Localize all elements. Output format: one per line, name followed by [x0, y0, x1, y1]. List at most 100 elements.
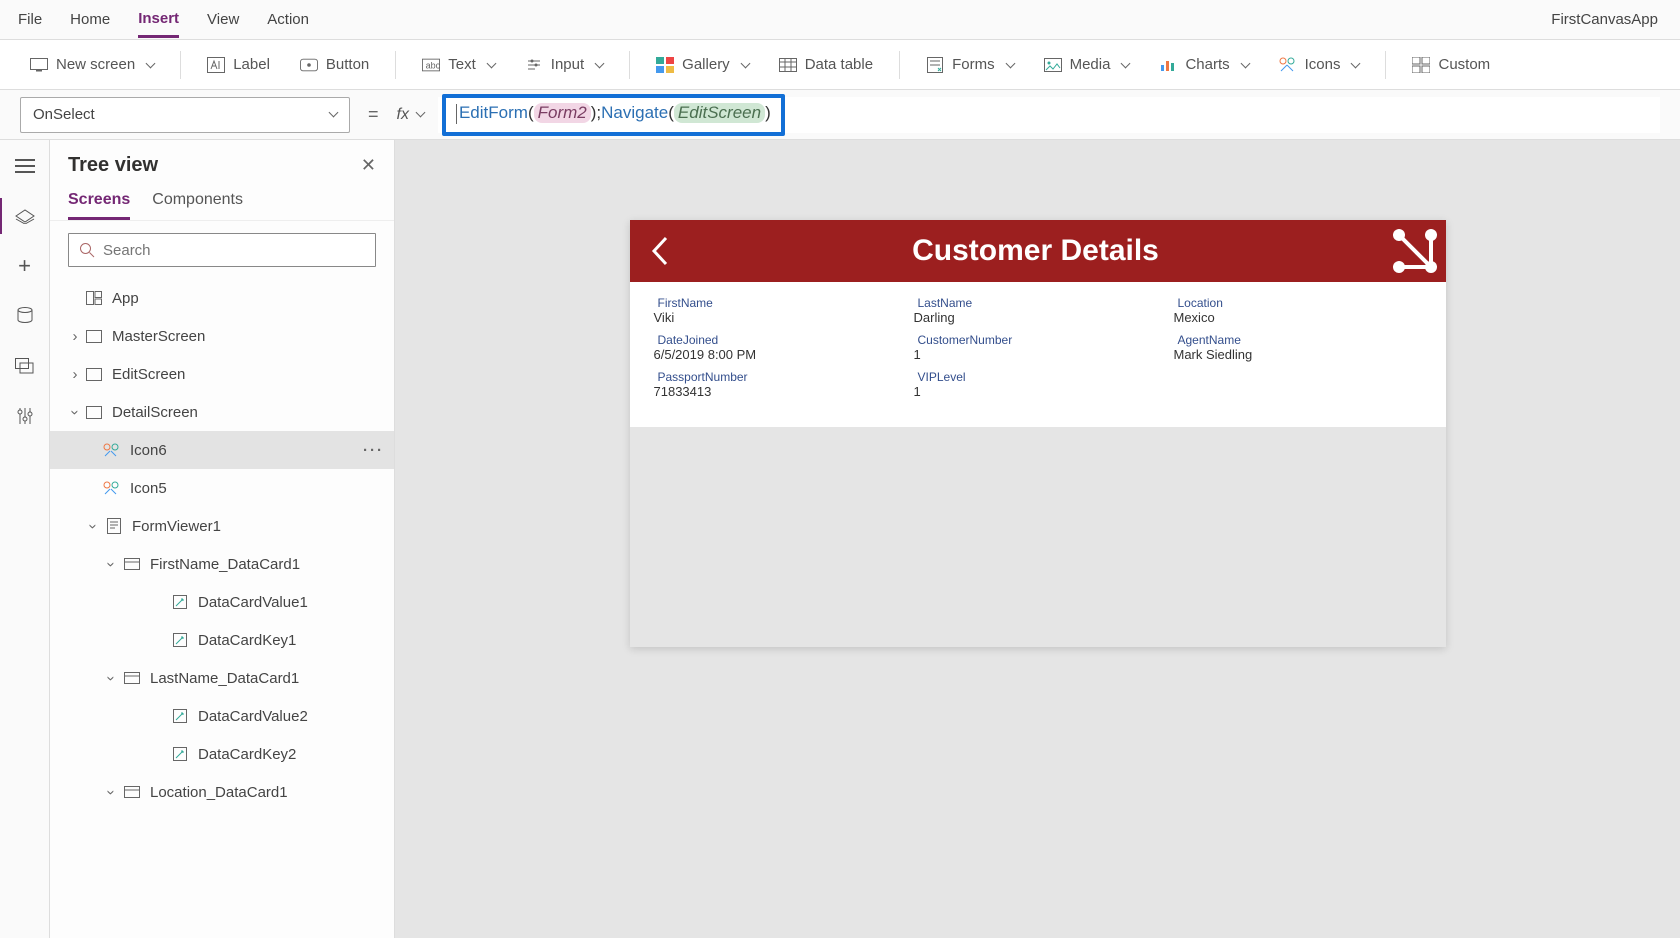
- button-icon: [300, 56, 318, 74]
- field-passportnumber: PassportNumber 71833413: [654, 370, 902, 399]
- tab-screens[interactable]: Screens: [68, 191, 130, 220]
- menu-home[interactable]: Home: [70, 3, 110, 36]
- fx-label[interactable]: fx: [397, 106, 424, 124]
- media-icon: [1044, 56, 1062, 74]
- app-title: FirstCanvasApp: [1551, 11, 1662, 28]
- label-button[interactable]: Label: [197, 50, 280, 80]
- tree-node-lastname-datacard1[interactable]: › LastName_DataCard1: [50, 659, 394, 697]
- screen-icon: [84, 406, 104, 419]
- button-button[interactable]: Button: [290, 50, 379, 80]
- gallery-button[interactable]: Gallery: [646, 50, 759, 80]
- menu-view[interactable]: View: [207, 3, 239, 36]
- tree-node-icon6[interactable]: Icon6 ···: [50, 431, 394, 469]
- datacard-icon: [122, 558, 142, 570]
- tree-node-masterscreen[interactable]: › MasterScreen: [50, 317, 394, 355]
- rail-tree-view[interactable]: [11, 204, 39, 228]
- data-table-button[interactable]: Data table: [769, 50, 883, 80]
- input-button[interactable]: Input: [515, 50, 613, 80]
- more-icon[interactable]: ···: [363, 442, 384, 459]
- icon-control-icon: [102, 481, 122, 495]
- charts-button[interactable]: Charts: [1149, 50, 1258, 80]
- property-dropdown[interactable]: OnSelect: [20, 97, 350, 133]
- back-icon[interactable]: [630, 234, 690, 268]
- label-icon: [170, 709, 190, 723]
- canvas[interactable]: Customer Details: [395, 140, 1680, 938]
- screen-icon: [84, 330, 104, 343]
- tree-node-firstname-datacard1[interactable]: › FirstName_DataCard1: [50, 545, 394, 583]
- rail-insert[interactable]: +: [11, 254, 39, 278]
- formula-highlight: EditForm(Form2);Navigate(EditScreen): [442, 94, 785, 136]
- tree-node-app[interactable]: App: [50, 279, 394, 317]
- text-icon: abc: [422, 56, 440, 74]
- rail-hamburger[interactable]: [11, 154, 39, 178]
- equals-sign: =: [364, 104, 383, 125]
- chevron-down-icon: [326, 106, 337, 123]
- text-button[interactable]: abc Text: [412, 50, 505, 80]
- tab-components[interactable]: Components: [152, 191, 243, 220]
- tree-search[interactable]: [68, 233, 376, 267]
- tree-node-editscreen[interactable]: › EditScreen: [50, 355, 394, 393]
- form-icon: [104, 518, 124, 534]
- gallery-icon: [656, 56, 674, 74]
- field-customernumber: CustomerNumber 1: [914, 333, 1162, 362]
- left-rail: +: [0, 140, 50, 938]
- screen-icon: [84, 368, 104, 381]
- tree-node-icon5[interactable]: Icon5: [50, 469, 394, 507]
- svg-text:abc: abc: [426, 60, 440, 70]
- tree-node-location-datacard1[interactable]: › Location_DataCard1: [50, 773, 394, 811]
- charts-icon: [1159, 56, 1177, 74]
- field-viplevel: VIPLevel 1: [914, 370, 1162, 399]
- screen-header: Customer Details: [630, 220, 1446, 282]
- label-icon: [170, 747, 190, 761]
- menu-bar: File Home Insert View Action FirstCanvas…: [0, 0, 1680, 40]
- tree-node-datacardvalue1[interactable]: DataCardValue1: [50, 583, 394, 621]
- icons-icon: [1279, 56, 1297, 74]
- formula-bar: OnSelect = fx EditForm(Form2);Navigate(E…: [0, 90, 1680, 140]
- datacard-icon: [122, 786, 142, 798]
- label-icon: [207, 56, 225, 74]
- screen-icon: [30, 56, 48, 74]
- menu-action[interactable]: Action: [267, 3, 309, 36]
- close-icon[interactable]: ✕: [361, 155, 376, 176]
- input-icon: [525, 56, 543, 74]
- insert-ribbon: New screen Label Button abc Text In: [0, 40, 1680, 90]
- rail-media[interactable]: [11, 354, 39, 378]
- detail-screen-preview: Customer Details: [630, 220, 1446, 647]
- app-icon: [84, 291, 104, 305]
- custom-button[interactable]: Custom: [1402, 50, 1500, 80]
- tree-view-title: Tree view: [68, 154, 158, 177]
- formula-input[interactable]: EditForm(Form2);Navigate(EditScreen): [438, 97, 1660, 133]
- edit-icon[interactable]: [1382, 224, 1446, 278]
- forms-button[interactable]: Forms: [916, 50, 1024, 80]
- tree-node-datacardkey2[interactable]: DataCardKey2: [50, 735, 394, 773]
- tree-search-input[interactable]: [103, 242, 365, 259]
- form-viewer: FirstName Viki LastName Darling Location…: [630, 282, 1446, 427]
- datacard-icon: [122, 672, 142, 684]
- field-location: Location Mexico: [1174, 296, 1422, 325]
- icons-button[interactable]: Icons: [1269, 50, 1370, 80]
- field-agentname: AgentName Mark Siedling: [1174, 333, 1422, 362]
- search-icon: [79, 242, 95, 258]
- new-screen-button[interactable]: New screen: [20, 50, 164, 80]
- field-firstname: FirstName Viki: [654, 296, 902, 325]
- screen-header-title: Customer Details: [690, 234, 1382, 268]
- chevron-down-icon: [413, 106, 424, 124]
- forms-icon: [926, 56, 944, 74]
- label-icon: [170, 633, 190, 647]
- new-screen-label: New screen: [56, 56, 135, 73]
- icon-control-icon: [102, 443, 122, 457]
- field-lastname: LastName Darling: [914, 296, 1162, 325]
- menu-insert[interactable]: Insert: [138, 2, 179, 38]
- rail-advanced[interactable]: [11, 404, 39, 428]
- rail-data[interactable]: [11, 304, 39, 328]
- tree-node-datacardvalue2[interactable]: DataCardValue2: [50, 697, 394, 735]
- custom-icon: [1412, 56, 1430, 74]
- table-icon: [779, 56, 797, 74]
- label-icon: [170, 595, 190, 609]
- tree-node-detailscreen[interactable]: › DetailScreen: [50, 393, 394, 431]
- tree-node-formviewer1[interactable]: › FormViewer1: [50, 507, 394, 545]
- menu-file[interactable]: File: [18, 3, 42, 36]
- tree-node-datacardkey1[interactable]: DataCardKey1: [50, 621, 394, 659]
- media-button[interactable]: Media: [1034, 50, 1140, 80]
- tree-view-panel: Tree view ✕ Screens Components App: [50, 140, 395, 938]
